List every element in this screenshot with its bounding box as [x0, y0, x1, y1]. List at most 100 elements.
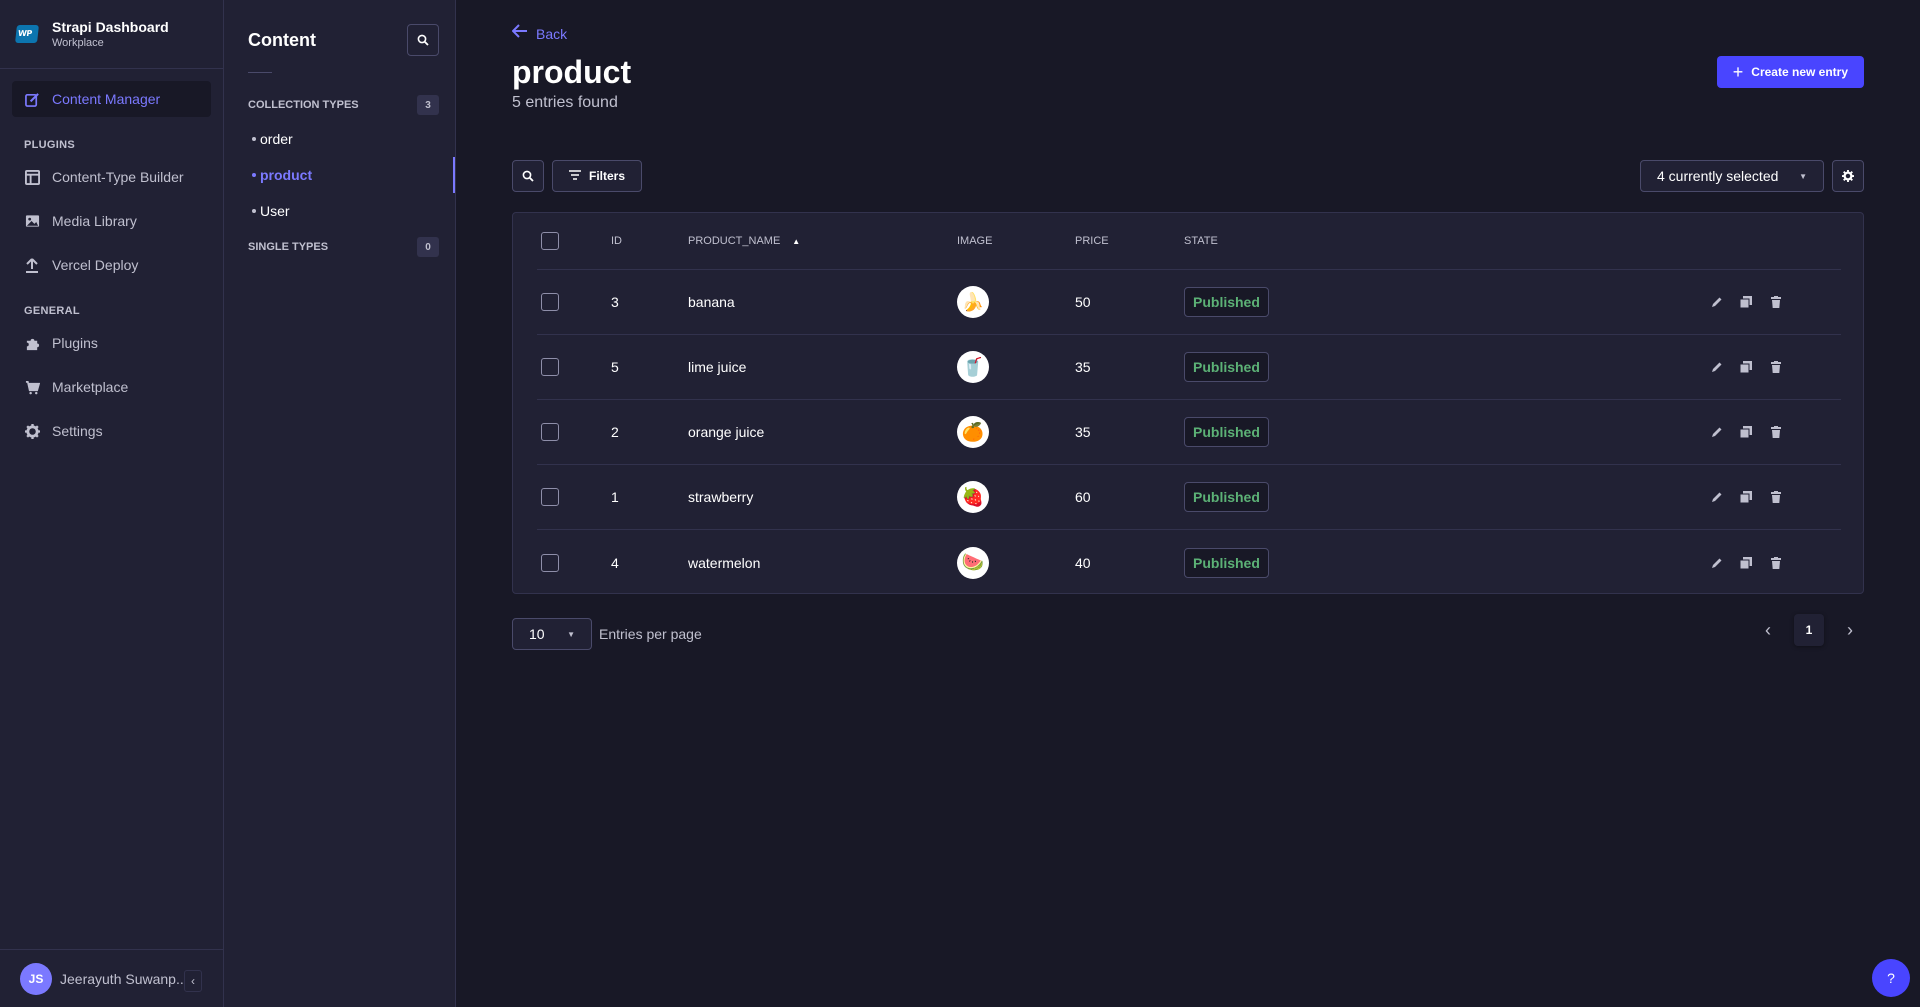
edit-icon[interactable]	[1701, 481, 1733, 513]
back-link[interactable]: Back	[511, 24, 567, 43]
create-new-entry-button[interactable]: + Create new entry	[1716, 56, 1864, 88]
caret-down-icon: ▼	[1799, 171, 1807, 181]
header-id[interactable]: ID	[611, 213, 622, 269]
entries-per-page-select[interactable]: 10 ▼	[512, 618, 592, 650]
row-checkbox[interactable]	[541, 358, 559, 376]
plus-icon: +	[1732, 61, 1744, 82]
row-checkbox[interactable]	[541, 293, 559, 311]
upload-icon	[24, 257, 40, 273]
header-state: STATE	[1184, 235, 1218, 247]
filters-button[interactable]: Filters	[552, 160, 643, 192]
status-badge: Published	[1184, 482, 1269, 512]
header-product-name[interactable]: PRODUCT_NAME ▲	[688, 213, 800, 269]
collapse-sidebar-button[interactable]: ‹	[184, 970, 202, 992]
main-content: Back product 5 entries found + Create ne…	[456, 0, 1920, 1007]
page-button-current[interactable]: 1	[1794, 614, 1824, 646]
status-badge: Published	[1184, 417, 1269, 447]
nav-settings[interactable]: Settings	[12, 413, 211, 449]
nav-label: Marketplace	[52, 379, 129, 395]
nav-content-type-builder[interactable]: Content-Type Builder	[12, 159, 211, 195]
cell-product-name: banana	[688, 294, 735, 310]
header-price[interactable]: PRICE	[1075, 213, 1109, 269]
gear-icon	[1842, 170, 1854, 182]
nav-label: Content Manager	[52, 91, 161, 107]
trash-icon[interactable]	[1760, 286, 1792, 318]
duplicate-icon[interactable]	[1730, 547, 1762, 579]
chevron-right-icon[interactable]: ›	[1836, 620, 1864, 641]
table-row[interactable]: 5 lime juice 🥤 35 Published	[537, 335, 1841, 400]
edit-icon[interactable]	[1701, 547, 1733, 579]
table-row[interactable]: 3 banana 🍌 50 Published	[537, 270, 1841, 335]
arrow-left-icon	[511, 24, 528, 43]
user-bar[interactable]: JS Jeerayuth Suwanp... ‹	[0, 949, 224, 1007]
cell-id: 1	[611, 489, 619, 505]
nav-section-general: GENERAL	[24, 305, 80, 317]
product-thumbnail: 🍉	[957, 546, 989, 579]
bullet-icon	[252, 173, 256, 177]
layout-icon	[24, 169, 40, 185]
chevron-left-icon[interactable]: ‹	[1754, 620, 1782, 641]
cell-price: 40	[1075, 554, 1091, 571]
edit-icon[interactable]	[1701, 351, 1733, 383]
table-row[interactable]: 4 watermelon 🍉 40 Published	[537, 530, 1841, 595]
main-sidebar: WP Strapi Dashboard Workplace Content Ma…	[0, 0, 224, 1007]
cell-price: 50	[1075, 294, 1091, 310]
product-thumbnail: 🥤	[957, 351, 989, 383]
trash-icon[interactable]	[1760, 351, 1792, 383]
subnav-search-button[interactable]	[407, 24, 439, 56]
bullet-icon	[252, 209, 256, 213]
divider	[248, 72, 272, 73]
trash-icon[interactable]	[1760, 481, 1792, 513]
cell-id: 4	[611, 554, 619, 571]
nav-plugins[interactable]: Plugins	[12, 325, 211, 361]
pencil-square-icon	[24, 91, 40, 107]
search-button[interactable]	[512, 160, 544, 192]
trash-icon[interactable]	[1760, 547, 1792, 579]
sort-asc-icon: ▲	[792, 236, 801, 246]
chevron-left-icon: ‹	[191, 974, 195, 988]
cart-icon	[24, 379, 40, 395]
nav-label: Content-Type Builder	[52, 169, 184, 185]
table-row[interactable]: 2 orange juice 🍊 35 Published	[537, 400, 1841, 465]
nav-vercel-deploy[interactable]: Vercel Deploy	[12, 247, 211, 283]
subnav-item-order[interactable]: order	[224, 121, 455, 157]
duplicate-icon[interactable]	[1730, 481, 1762, 513]
brand-header[interactable]: WP Strapi Dashboard Workplace	[0, 0, 223, 69]
nav-media-library[interactable]: Media Library	[12, 203, 211, 239]
cell-product-name: watermelon	[688, 554, 761, 571]
nav-label: Vercel Deploy	[52, 257, 139, 273]
collection-types-label[interactable]: COLLECTION TYPES	[248, 99, 359, 111]
bullet-icon	[252, 137, 256, 141]
cell-id: 3	[611, 294, 619, 310]
subnav-item-user[interactable]: User	[224, 193, 455, 229]
brand-title: Strapi Dashboard	[52, 19, 169, 35]
nav-label: Plugins	[52, 335, 98, 351]
gear-icon	[24, 423, 40, 439]
main-nav: Content Manager PLUGINS Content-Type Bui…	[0, 69, 223, 469]
columns-select[interactable]: 4 currently selected ▼	[1640, 160, 1824, 192]
row-checkbox[interactable]	[541, 553, 559, 572]
subnav-item-product[interactable]: product	[224, 157, 455, 193]
row-checkbox[interactable]	[541, 423, 559, 441]
row-checkbox[interactable]	[541, 488, 559, 506]
edit-icon[interactable]	[1701, 416, 1733, 448]
status-badge: Published	[1184, 352, 1269, 382]
image-icon	[24, 213, 40, 229]
edit-icon[interactable]	[1701, 286, 1733, 318]
nav-content-manager[interactable]: Content Manager	[12, 81, 211, 117]
single-types-label[interactable]: SINGLE TYPES	[248, 241, 328, 253]
trash-icon[interactable]	[1760, 416, 1792, 448]
cell-id: 5	[611, 359, 619, 375]
puzzle-icon	[24, 335, 40, 351]
duplicate-icon[interactable]	[1730, 416, 1762, 448]
list-settings-button[interactable]	[1832, 160, 1864, 192]
help-button[interactable]: ?	[1872, 959, 1910, 997]
duplicate-icon[interactable]	[1730, 286, 1762, 318]
table-row[interactable]: 1 strawberry 🍓 60 Published	[537, 465, 1841, 530]
select-all-checkbox[interactable]	[541, 232, 559, 250]
collection-count-badge: 3	[417, 95, 439, 115]
nav-marketplace[interactable]: Marketplace	[12, 369, 211, 405]
duplicate-icon[interactable]	[1730, 351, 1762, 383]
subnav-title: Content	[248, 29, 316, 50]
nav-label: Media Library	[52, 213, 137, 229]
